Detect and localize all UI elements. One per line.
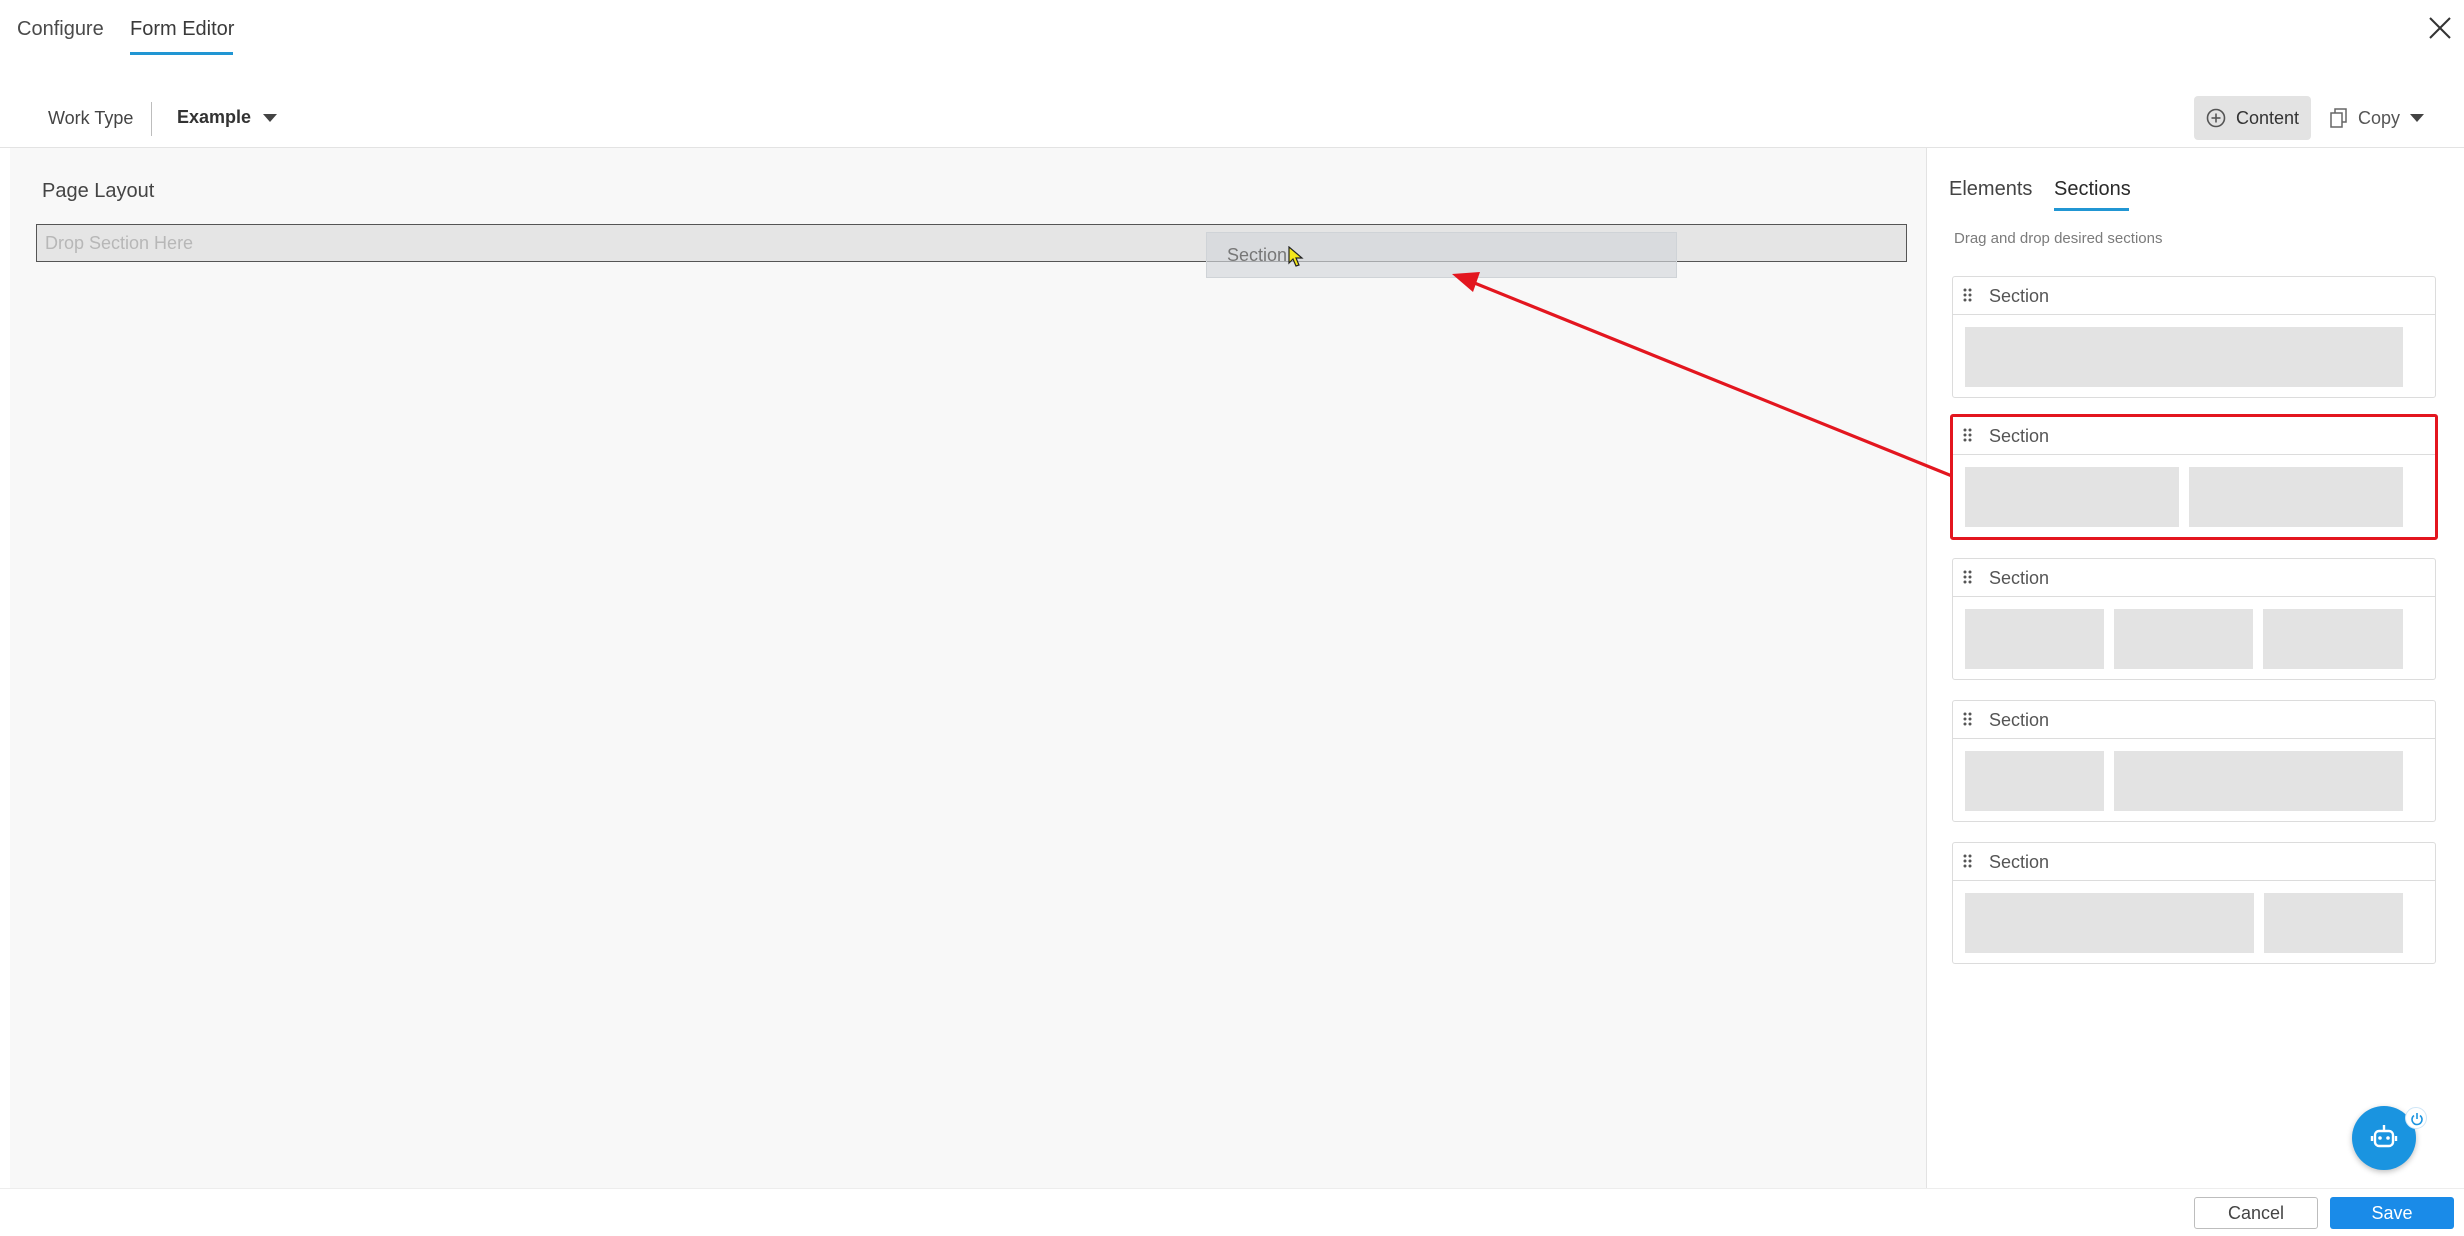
section-template-columns xyxy=(1965,467,2403,527)
column-placeholder xyxy=(2114,751,2403,811)
drag-handle-icon xyxy=(1963,428,1972,442)
sections-panel: Elements Sections Drag and drop desired … xyxy=(1928,148,2464,1188)
copy-dropdown-button[interactable]: Copy xyxy=(2330,96,2430,140)
chevron-down-icon xyxy=(2410,114,2425,122)
column-placeholder xyxy=(1965,327,2403,387)
section-template-header: Section xyxy=(1953,701,2435,739)
section-template-title: Section xyxy=(1989,852,2050,872)
chevron-down-icon xyxy=(263,113,278,122)
power-badge[interactable] xyxy=(2405,1107,2427,1129)
tab-sections[interactable]: Sections xyxy=(2054,178,2131,201)
section-template-1-column[interactable]: Section xyxy=(1952,276,2436,398)
section-template-header: Section xyxy=(1953,417,2435,455)
save-button[interactable]: Save xyxy=(2330,1197,2454,1229)
mouse-cursor-icon xyxy=(1288,246,1304,267)
work-type-dropdown[interactable]: Example xyxy=(177,107,278,128)
section-template-header: Section xyxy=(1953,843,2435,881)
drag-handle-icon xyxy=(1963,288,1972,302)
section-template-wide-narrow[interactable]: Section xyxy=(1952,842,2436,964)
drag-handle-icon xyxy=(1963,712,1972,726)
dragged-section-ghost[interactable]: Section xyxy=(1206,232,1677,278)
tab-elements[interactable]: Elements xyxy=(1949,178,2032,201)
close-icon[interactable] xyxy=(2426,14,2454,42)
page-title: Page Layout xyxy=(42,180,155,202)
work-type-value: Example xyxy=(177,107,252,127)
section-template-narrow-wide[interactable]: Section xyxy=(1952,700,2436,822)
cancel-button[interactable]: Cancel xyxy=(2194,1197,2318,1229)
section-template-header: Section xyxy=(1953,277,2435,315)
column-placeholder xyxy=(2114,609,2253,669)
column-placeholder xyxy=(1965,893,2254,953)
content-button-label: Content xyxy=(2235,107,2300,128)
panel-hint: Drag and drop desired sections xyxy=(1954,230,2163,247)
active-tab-indicator xyxy=(130,52,233,55)
power-icon xyxy=(2411,1113,2423,1126)
plus-circle-icon xyxy=(2206,108,2226,128)
top-tab-bar: Configure Form Editor xyxy=(0,0,2464,62)
column-placeholder xyxy=(1965,467,2179,527)
copy-icon xyxy=(2330,108,2347,128)
tab-configure[interactable]: Configure xyxy=(17,18,104,41)
column-placeholder xyxy=(1965,609,2104,669)
column-placeholder xyxy=(2264,893,2403,953)
content-button[interactable]: Content xyxy=(2194,96,2311,140)
drag-handle-icon xyxy=(1963,854,1972,868)
section-template-columns xyxy=(1965,609,2403,669)
section-template-columns xyxy=(1965,327,2403,387)
footer-bar: Cancel Save xyxy=(0,1188,2464,1236)
drop-zone-placeholder: Drop Section Here xyxy=(45,233,194,253)
section-template-title: Section xyxy=(1989,426,2050,446)
tab-form-editor[interactable]: Form Editor xyxy=(130,18,234,41)
section-template-title: Section xyxy=(1989,286,2050,306)
dragged-section-label: Section xyxy=(1227,245,1288,265)
column-placeholder xyxy=(1965,751,2104,811)
column-placeholder xyxy=(2263,609,2403,669)
drag-handle-icon xyxy=(1963,570,1972,584)
page-layout-canvas: Page Layout Drop Section Here Section xyxy=(10,148,1927,1188)
section-template-3-column[interactable]: Section xyxy=(1952,558,2436,680)
toolbar-divider xyxy=(151,102,152,136)
section-template-title: Section xyxy=(1989,710,2050,730)
copy-button-label: Copy xyxy=(2358,107,2401,128)
column-placeholder xyxy=(2189,467,2403,527)
section-template-columns xyxy=(1965,751,2403,811)
section-template-header: Section xyxy=(1953,559,2435,597)
section-template-2-column[interactable]: Section xyxy=(1950,414,2438,540)
active-panel-tab-indicator xyxy=(2054,208,2129,211)
section-template-columns xyxy=(1965,893,2403,953)
toolbar: Work Type Example Content Copy xyxy=(0,90,2464,148)
work-type-label: Work Type xyxy=(48,108,134,128)
section-template-title: Section xyxy=(1989,568,2050,588)
